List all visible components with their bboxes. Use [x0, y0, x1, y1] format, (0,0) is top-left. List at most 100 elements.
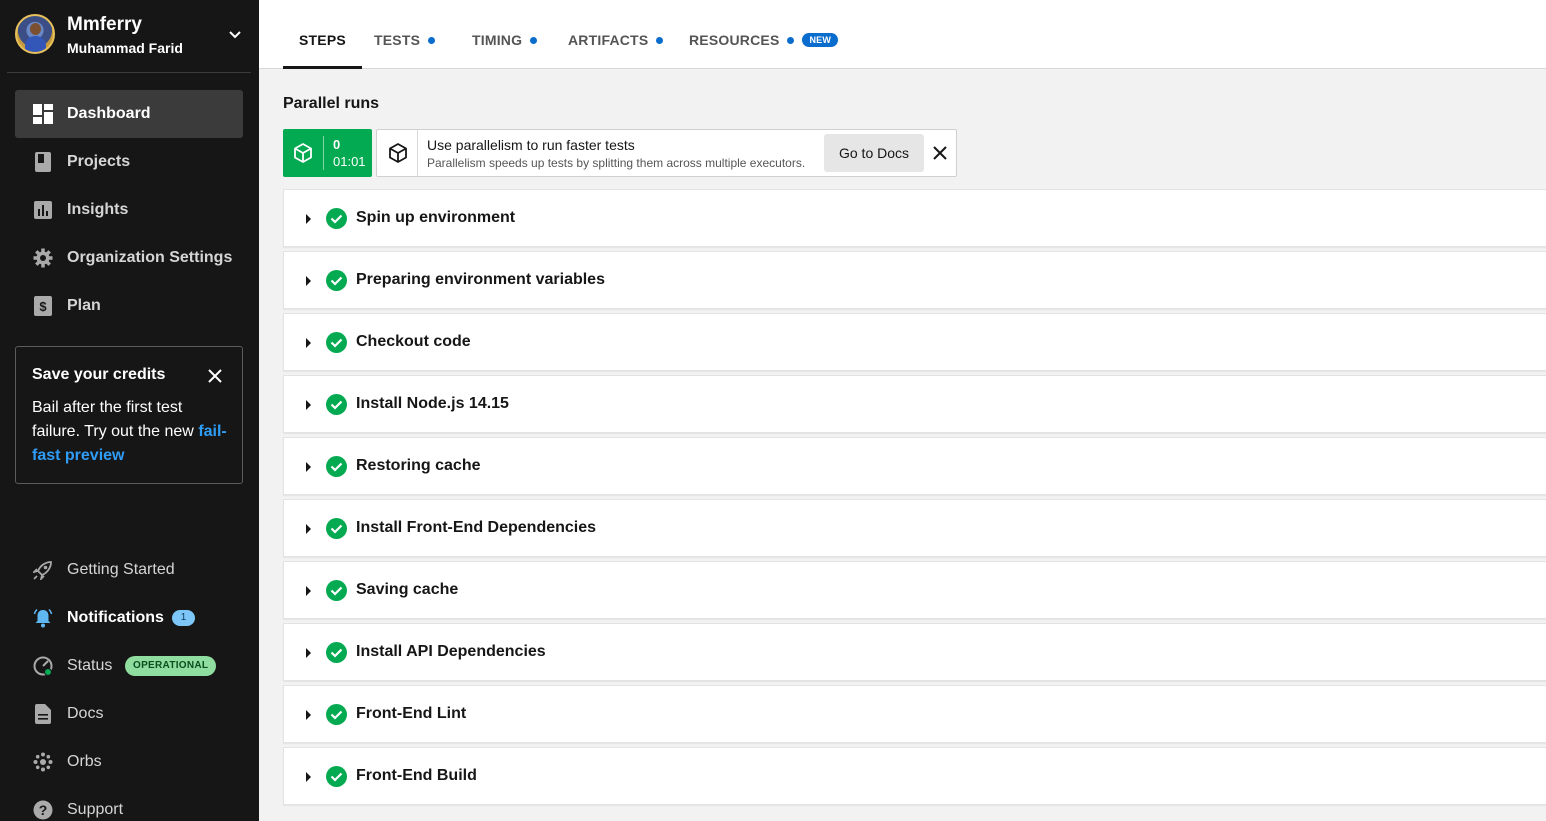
bell-icon [33, 608, 53, 628]
parallel-runs-title: Parallel runs [283, 95, 380, 112]
insights-icon [33, 200, 53, 220]
step-label: Install Front-End Dependencies [356, 519, 597, 536]
sidebar-item-support[interactable]: ? Support [15, 790, 243, 821]
step-row[interactable]: Install Front-End Dependencies [283, 499, 1546, 557]
step-row[interactable]: Checkout code [283, 313, 1546, 371]
check-circle-icon [326, 394, 347, 415]
sidebar-item-orbs[interactable]: Orbs [15, 742, 243, 782]
tip-title: Use parallelism to run faster tests [427, 137, 635, 153]
promo-title: Save your credits [32, 366, 166, 383]
caret-right-icon[interactable] [306, 214, 311, 224]
close-icon[interactable] [206, 367, 224, 385]
dashboard-icon [33, 104, 53, 124]
notification-count-badge: 1 [172, 610, 195, 626]
caret-right-icon[interactable] [306, 648, 311, 658]
step-label: Restoring cache [356, 457, 481, 474]
sidebar-item-label: Plan [67, 297, 101, 314]
tab-resources[interactable]: RESOURCES NEW [689, 32, 839, 69]
tab-indicator-dot [656, 36, 664, 44]
sidebar-item-getting-started[interactable]: Getting Started [15, 550, 243, 590]
run-duration: 01:01 [333, 154, 366, 169]
caret-right-icon[interactable] [306, 710, 311, 720]
run-index: 0 [333, 137, 341, 152]
step-row[interactable]: Saving cache [283, 561, 1546, 619]
caret-right-icon[interactable] [306, 400, 311, 410]
check-circle-icon [326, 456, 347, 477]
tab-bar: STEPS TESTS TIMING ARTIFACTS RESOURCES NE… [259, 0, 1546, 69]
step-label: Checkout code [356, 333, 471, 350]
sidebar-item-label: Orbs [67, 753, 102, 770]
new-badge: NEW [802, 33, 839, 48]
caret-right-icon[interactable] [306, 338, 311, 348]
sidebar-item-status[interactable]: Status OPERATIONAL [15, 646, 243, 686]
sidebar-item-insights[interactable]: Insights [15, 186, 243, 234]
tab-indicator-dot [428, 36, 436, 44]
tab-steps[interactable]: STEPS [283, 32, 362, 69]
orbs-icon [33, 752, 53, 772]
step-row[interactable]: Install Node.js 14.15 [283, 375, 1546, 433]
close-icon[interactable] [931, 144, 949, 162]
sidebar-item-organization-settings[interactable]: Organization Settings [15, 234, 243, 282]
cube-icon [389, 143, 407, 163]
caret-right-icon[interactable] [306, 586, 311, 596]
tab-tests[interactable]: TESTS [374, 32, 436, 69]
sidebar-item-dashboard[interactable]: Dashboard [15, 90, 243, 138]
sidebar-item-notifications[interactable]: Notifications 1 [15, 598, 243, 638]
step-label: Front-End Lint [356, 705, 467, 722]
tab-label: TIMING [472, 32, 523, 48]
help-icon: ? [33, 800, 53, 820]
sidebar-item-label: Docs [67, 705, 104, 722]
step-row[interactable]: Spin up environment [283, 189, 1546, 247]
sidebar: Mmferry Muhammad Farid Dashboard Project… [0, 0, 259, 821]
sidebar-item-projects[interactable]: Projects [15, 138, 243, 186]
step-row[interactable]: Install API Dependencies [283, 623, 1546, 681]
sidebar-item-label: Getting Started [67, 561, 175, 578]
parallelism-tip: Use parallelism to run faster tests Para… [376, 129, 957, 177]
caret-right-icon[interactable] [306, 462, 311, 472]
tip-subtitle: Parallelism speeds up tests by splitting… [427, 156, 806, 170]
step-label: Install API Dependencies [356, 643, 546, 660]
caret-right-icon[interactable] [306, 772, 311, 782]
step-row[interactable]: Front-End Lint [283, 685, 1546, 743]
sidebar-item-docs[interactable]: Docs [15, 694, 243, 734]
go-to-docs-button[interactable]: Go to Docs [824, 134, 924, 172]
check-circle-icon [326, 704, 347, 725]
gear-icon [33, 248, 53, 268]
status-icon [33, 656, 53, 676]
sidebar-item-plan[interactable]: $ Plan [15, 282, 243, 330]
main-content: STEPS TESTS TIMING ARTIFACTS RESOURCES NE… [259, 0, 1546, 821]
sidebar-divider [7, 72, 251, 73]
tab-artifacts[interactable]: ARTIFACTS [568, 32, 664, 69]
promo-text: Bail after the first test failure. Try o… [32, 396, 232, 468]
check-circle-icon [326, 642, 347, 663]
check-circle-icon [326, 208, 347, 229]
sidebar-item-label: Dashboard [67, 105, 151, 122]
avatar [15, 14, 55, 54]
promo-body: Bail after the first test failure. Try o… [32, 399, 199, 440]
step-row[interactable]: Preparing environment variables [283, 251, 1546, 309]
step-row[interactable]: Restoring cache [283, 437, 1546, 495]
tab-indicator-dot [787, 36, 795, 44]
step-label: Front-End Build [356, 767, 477, 784]
tab-label: TESTS [374, 32, 421, 48]
sidebar-item-label: Status [67, 657, 113, 674]
check-circle-icon [326, 270, 347, 291]
step-label: Spin up environment [356, 209, 516, 226]
caret-right-icon[interactable] [306, 524, 311, 534]
org-user-name: Muhammad Farid [67, 40, 183, 56]
sidebar-item-label: Organization Settings [67, 249, 233, 266]
parallel-run-0[interactable]: 0 01:01 [283, 129, 372, 177]
caret-right-icon[interactable] [306, 276, 311, 286]
tab-indicator-dot [530, 36, 538, 44]
rocket-icon [33, 560, 53, 580]
step-row[interactable]: Front-End Build [283, 747, 1546, 805]
tab-timing[interactable]: TIMING [472, 32, 538, 69]
sidebar-item-label: Insights [67, 201, 129, 218]
steps-list: Spin up environment Preparing environmen… [283, 189, 1546, 809]
cube-icon [294, 143, 312, 163]
status-badge: OPERATIONAL [125, 656, 217, 676]
step-label: Install Node.js 14.15 [356, 395, 509, 412]
doc-icon [33, 704, 53, 724]
org-switcher[interactable]: Mmferry Muhammad Farid [15, 14, 247, 56]
chevron-down-icon[interactable] [227, 26, 243, 42]
